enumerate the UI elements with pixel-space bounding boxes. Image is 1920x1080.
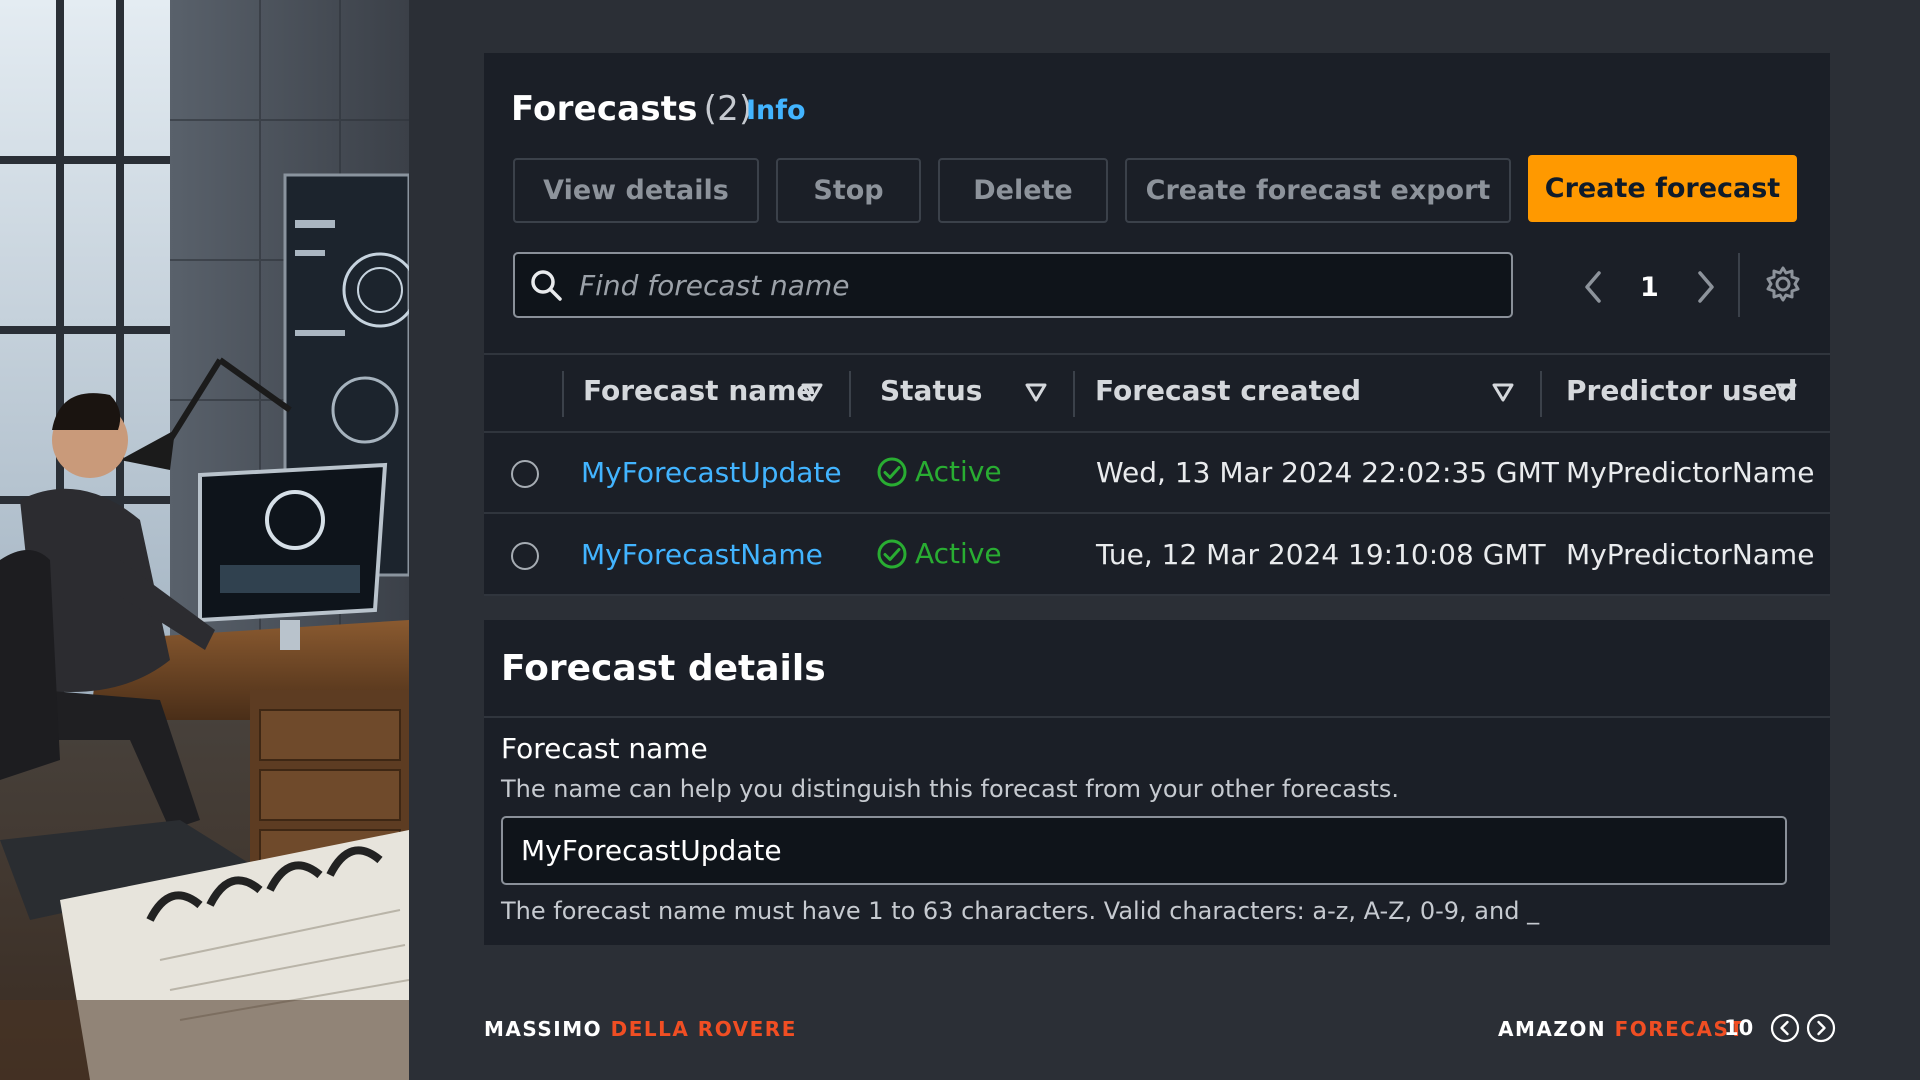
column-header-predictor-used[interactable]: Predictor used <box>1566 374 1797 407</box>
column-divider <box>1540 371 1542 417</box>
row-select-radio[interactable] <box>511 460 539 488</box>
chevron-right-icon[interactable] <box>1692 267 1720 307</box>
details-divider <box>484 716 1830 718</box>
table-row[interactable]: MyForecastName Active Tue, 12 Mar 2024 1… <box>484 515 1830 596</box>
pagination: 1 <box>1579 265 1720 309</box>
slide-page-number: 10 <box>1724 1016 1754 1040</box>
details-title: Forecast details <box>501 648 826 689</box>
table-header: Forecast name Status Forecast created Pr… <box>484 353 1830 433</box>
predictor-used-cell: MyPredictorName <box>1566 456 1815 489</box>
gear-icon[interactable] <box>1764 265 1802 303</box>
column-header-status[interactable]: Status <box>880 374 982 407</box>
create-forecast-button[interactable]: Create forecast <box>1528 155 1797 222</box>
pagination-divider <box>1738 253 1740 317</box>
stop-button[interactable]: Stop <box>776 158 921 223</box>
column-header-forecast-created[interactable]: Forecast created <box>1095 374 1361 407</box>
view-details-button[interactable]: View details <box>513 158 759 223</box>
search-icon <box>531 270 562 301</box>
forecast-name-description: The name can help you distinguish this f… <box>501 775 1400 803</box>
forecast-name-field[interactable] <box>501 816 1787 885</box>
sort-down-icon[interactable] <box>801 381 823 403</box>
author-last-name: DELLA ROVERE <box>610 1017 797 1041</box>
forecast-name-link[interactable]: MyForecastName <box>581 538 823 571</box>
column-header-forecast-name[interactable]: Forecast name <box>583 374 815 407</box>
create-forecast-export-button[interactable]: Create forecast export <box>1125 158 1511 223</box>
forecasts-panel: Forecasts (2) Info View details Stop Dele… <box>484 53 1830 596</box>
status-text: Active <box>915 537 1002 570</box>
info-link[interactable]: Info <box>746 95 806 126</box>
delete-button[interactable]: Delete <box>938 158 1108 223</box>
office-illustration-art <box>0 0 409 1080</box>
status-text: Active <box>915 455 1002 488</box>
forecast-name-link[interactable]: MyForecastUpdate <box>581 456 842 489</box>
forecast-name-label: Forecast name <box>501 732 708 765</box>
column-divider <box>849 371 851 417</box>
footer-topic: AMAZON FORECAST <box>1498 1017 1745 1041</box>
forecast-created-cell: Tue, 12 Mar 2024 19:10:08 GMT <box>1096 538 1546 571</box>
page-title-text: Forecasts <box>511 89 698 129</box>
check-circle-icon <box>877 539 907 568</box>
topic-first: AMAZON <box>1498 1017 1607 1041</box>
circle-chevron-right-icon[interactable] <box>1806 1013 1836 1043</box>
search-box <box>513 252 1513 318</box>
row-select-radio[interactable] <box>511 542 539 570</box>
predictor-used-cell: MyPredictorName <box>1566 538 1815 571</box>
current-page-number[interactable]: 1 <box>1640 272 1659 303</box>
search-input[interactable] <box>579 268 1479 302</box>
sort-down-icon[interactable] <box>1025 381 1047 403</box>
forecast-name-constraint: The forecast name must have 1 to 63 char… <box>501 897 1540 925</box>
status-badge: Active <box>876 537 1002 570</box>
table-row[interactable]: MyForecastUpdate Active Wed, 13 Mar 2024… <box>484 433 1830 514</box>
chevron-left-icon[interactable] <box>1579 267 1607 307</box>
status-badge: Active <box>876 455 1002 488</box>
author-first-name: MASSIMO <box>484 1017 603 1041</box>
column-divider <box>1073 371 1075 417</box>
forecast-created-cell: Wed, 13 Mar 2024 22:02:35 GMT <box>1096 456 1559 489</box>
sort-down-icon[interactable] <box>1775 381 1797 403</box>
circle-chevron-left-icon[interactable] <box>1770 1013 1800 1043</box>
footer-author: MASSIMO DELLA ROVERE <box>484 1017 797 1041</box>
column-divider <box>562 371 564 417</box>
sort-down-icon[interactable] <box>1492 381 1514 403</box>
forecast-details-panel: Forecast details Forecast name The name … <box>484 620 1830 945</box>
office-illustration <box>0 0 409 1080</box>
page-title: Forecasts (2) <box>511 89 752 129</box>
check-circle-icon <box>877 457 907 486</box>
